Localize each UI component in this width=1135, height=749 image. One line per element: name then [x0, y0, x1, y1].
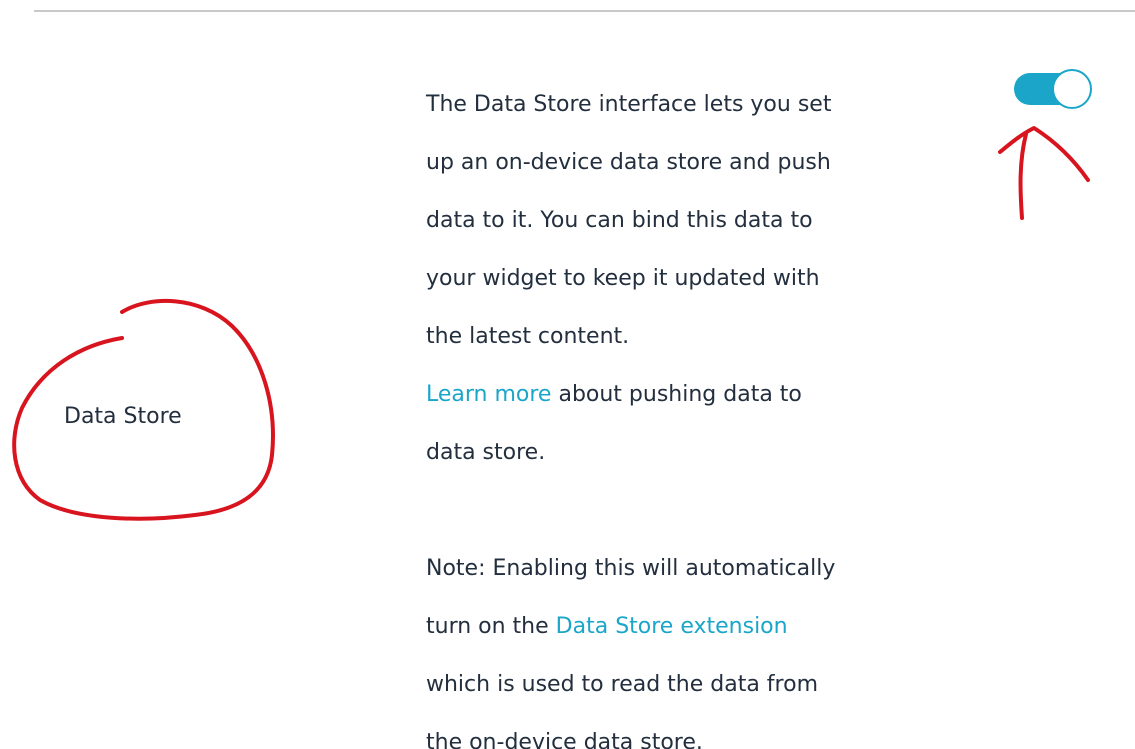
setting-label: Data Store	[64, 404, 182, 429]
data-store-extension-link[interactable]: Data Store extension	[556, 614, 788, 639]
note-line-3: which is used to read the data from	[426, 672, 819, 697]
note-line-2: turn on the Data Store extension	[426, 598, 886, 656]
description-line-1: The Data Store interface lets you set	[426, 92, 832, 117]
learn-more-line-2: data store.	[426, 440, 546, 465]
description-line-4: your widget to keep it updated with	[426, 266, 820, 291]
note-line-4: the on-device data store.	[426, 730, 703, 749]
description-line-3: data to it. You can bind this data to	[426, 208, 813, 233]
data-store-toggle[interactable]	[1014, 69, 1092, 109]
note-prefix: turn on the	[426, 614, 556, 639]
toggle-knob	[1052, 69, 1092, 109]
learn-more-link[interactable]: Learn more	[426, 382, 551, 407]
top-divider	[34, 10, 1135, 12]
setting-description: The Data Store interface lets you set up…	[426, 76, 886, 749]
learn-more-text: about pushing data to	[551, 382, 802, 407]
learn-more-line: Learn more about pushing data to	[426, 366, 886, 424]
description-line-5: the latest content.	[426, 324, 630, 349]
note-line-1: Note: Enabling this will automatically	[426, 556, 836, 581]
hand-drawn-arrow-icon	[998, 126, 1090, 220]
description-line-2: up an on-device data store and push	[426, 150, 831, 175]
